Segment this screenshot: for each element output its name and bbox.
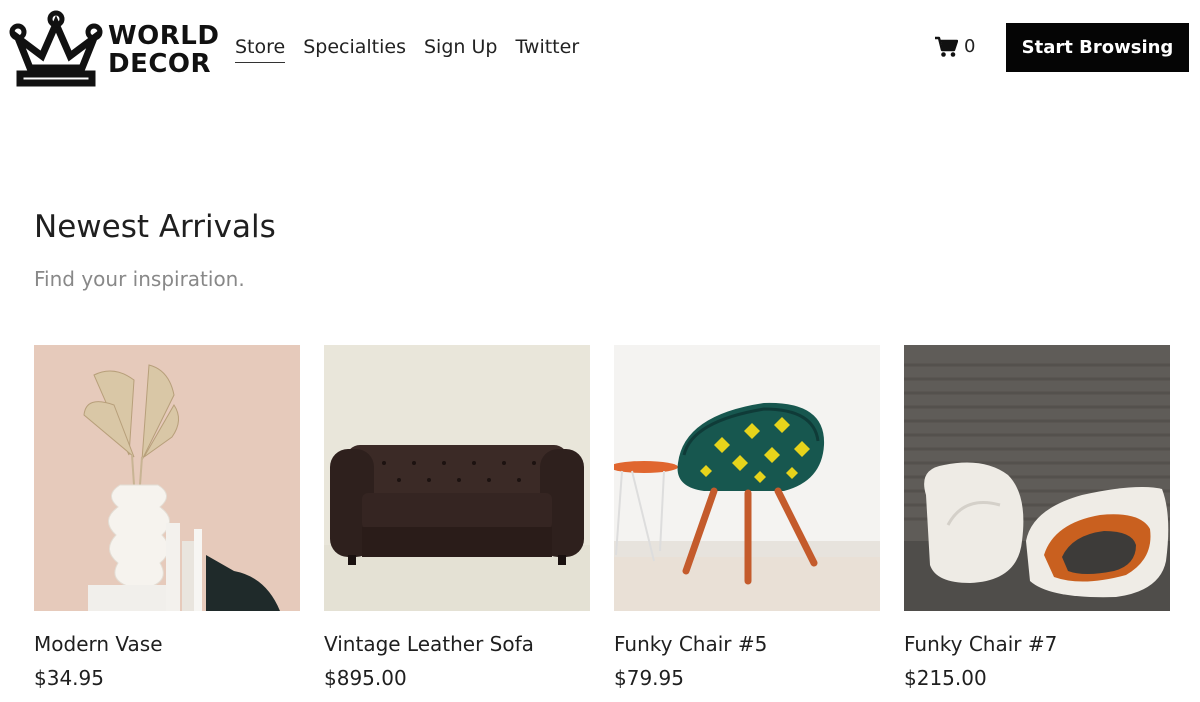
- section-subtitle: Find your inspiration.: [34, 267, 245, 291]
- product-name[interactable]: Funky Chair #5: [614, 631, 880, 657]
- product-name[interactable]: Funky Chair #7: [904, 631, 1170, 657]
- product-name[interactable]: Vintage Leather Sofa: [324, 631, 590, 657]
- nav-specialties[interactable]: Specialties: [303, 34, 406, 63]
- crown-icon: [9, 10, 103, 87]
- product-image-vase[interactable]: [34, 345, 300, 611]
- product-image-funky-chair-5[interactable]: [614, 345, 880, 611]
- section-title: Newest Arrivals: [34, 209, 276, 245]
- product-card[interactable]: Modern Vase $34.95: [34, 345, 300, 691]
- start-browsing-button[interactable]: Start Browsing: [1006, 23, 1189, 72]
- product-image-funky-chair-7[interactable]: [904, 345, 1170, 611]
- brand-wordmark: WORLD DECOR: [108, 22, 219, 78]
- cart-button[interactable]: 0: [934, 36, 975, 58]
- product-name[interactable]: Modern Vase: [34, 631, 300, 657]
- cart-count: 0: [964, 36, 976, 57]
- product-price: $895.00: [324, 666, 407, 690]
- main-nav: Store Specialties Sign Up Twitter: [235, 34, 579, 63]
- nav-store[interactable]: Store: [235, 34, 286, 63]
- brand-logo[interactable]: WORLD DECOR: [8, 10, 219, 88]
- product-card[interactable]: Vintage Leather Sofa $895.00: [324, 345, 590, 691]
- brand-line2: DECOR: [108, 49, 212, 79]
- nav-sign-up[interactable]: Sign Up: [424, 34, 497, 63]
- product-image-sofa[interactable]: [324, 345, 590, 611]
- product-price: $215.00: [904, 666, 987, 690]
- product-grid: Modern Vase $34.95 Vintage Leather Sofa …: [34, 345, 1170, 691]
- brand-line1: WORLD: [108, 21, 220, 51]
- product-card[interactable]: Funky Chair #7 $215.00: [904, 345, 1170, 691]
- product-price: $79.95: [614, 666, 684, 690]
- cart-icon: [935, 36, 958, 57]
- nav-twitter[interactable]: Twitter: [515, 34, 579, 63]
- product-price: $34.95: [34, 666, 104, 690]
- site-header: WORLD DECOR Store Specialties Sign Up Tw…: [0, 0, 1200, 100]
- product-card[interactable]: Funky Chair #5 $79.95: [614, 345, 880, 691]
